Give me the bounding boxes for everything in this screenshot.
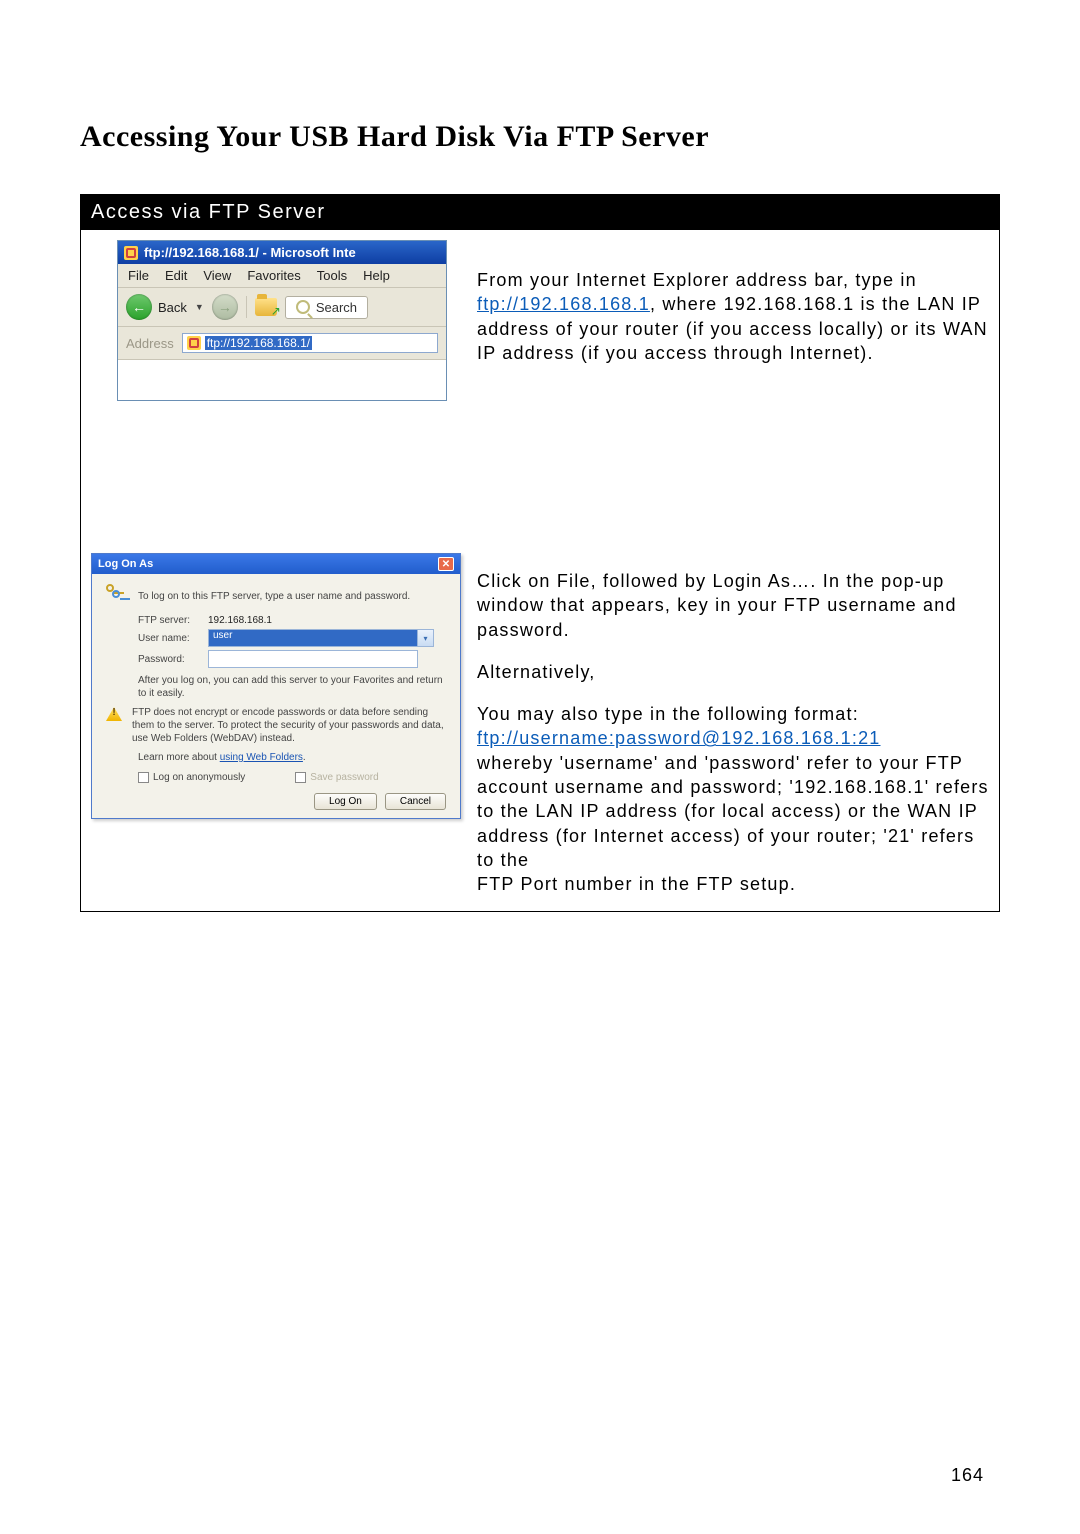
menu-help[interactable]: Help [363, 268, 390, 283]
address-input[interactable]: ftp://192.168.168.1/ [182, 333, 438, 353]
logon-button[interactable]: Log On [314, 793, 377, 810]
back-label[interactable]: Back [158, 300, 187, 315]
section-title: Access via FTP Server [81, 195, 999, 230]
logon-intro: To log on to this FTP server, type a use… [138, 590, 410, 603]
keys-icon [106, 584, 128, 606]
password-input[interactable] [208, 650, 418, 668]
ie-title-bar: ftp://192.168.168.1/ - Microsoft Inte [118, 241, 446, 264]
save-label: Save password [310, 772, 378, 783]
close-icon[interactable]: ✕ [438, 557, 454, 571]
address-favicon-icon [187, 336, 201, 350]
ie-address-bar: Address ftp://192.168.168.1/ [118, 327, 446, 360]
instr2-p3-post-b: FTP Port number in the FTP setup. [477, 874, 796, 894]
instr1-pre: From your Internet Explorer address bar,… [477, 270, 917, 290]
back-button-icon[interactable]: ← [126, 294, 152, 320]
page-number: 164 [951, 1465, 984, 1486]
page-heading: Accessing Your USB Hard Disk Via FTP Ser… [80, 120, 1000, 154]
forward-button-icon[interactable]: → [212, 294, 238, 320]
instr2-p3-link[interactable]: ftp://username:password@192.168.168.1:21 [477, 728, 881, 748]
web-folders-link[interactable]: using Web Folders [220, 752, 303, 763]
search-button[interactable]: Search [285, 296, 368, 319]
menu-tools[interactable]: Tools [317, 268, 347, 283]
ie-toolbar: ← Back ▼ → ↗ Search [118, 288, 446, 327]
main-box: Access via FTP Server ftp://192.168.168.… [80, 194, 1000, 912]
instr2-p1: Click on File, followed by Login As…. In… [477, 569, 995, 642]
menu-favorites[interactable]: Favorites [247, 268, 300, 283]
ie-content-area [118, 360, 446, 400]
username-label: User name: [138, 633, 196, 644]
after-logon-text: After you log on, you can add this serve… [138, 674, 446, 700]
dialog-title-bar: Log On As ✕ [92, 554, 460, 574]
warning-text: FTP does not encrypt or encode passwords… [132, 706, 446, 745]
instr1-link[interactable]: ftp://192.168.168.1 [477, 294, 650, 314]
instr2-p3-pre: You may also type in the following forma… [477, 704, 859, 724]
instr2-p3: You may also type in the following forma… [477, 702, 995, 896]
up-folder-icon[interactable]: ↗ [255, 298, 277, 316]
ie-title-text: ftp://192.168.168.1/ - Microsoft Inte [144, 245, 356, 260]
address-label: Address [126, 336, 174, 351]
address-value: ftp://192.168.168.1/ [205, 336, 312, 350]
username-dropdown-icon[interactable]: ▾ [418, 629, 434, 647]
instruction-step-1: From your Internet Explorer address bar,… [471, 230, 999, 415]
save-checkbox-wrap[interactable]: Save password [295, 772, 378, 783]
logon-dialog: Log On As ✕ To log on to this FTP server… [91, 553, 461, 819]
ftp-server-value: 192.168.168.1 [208, 615, 272, 626]
learn-prefix: Learn more about [138, 752, 220, 763]
ftp-server-label: FTP server: [138, 615, 196, 626]
search-icon [296, 300, 310, 314]
back-dropdown-icon[interactable]: ▼ [195, 302, 204, 312]
toolbar-separator [246, 296, 247, 318]
save-checkbox[interactable] [295, 772, 306, 783]
username-input[interactable]: user [208, 629, 418, 647]
anon-checkbox[interactable] [138, 772, 149, 783]
instr2-p2: Alternatively, [477, 660, 995, 684]
cancel-button[interactable]: Cancel [385, 793, 446, 810]
warning-icon [106, 707, 122, 721]
ie-logo-icon [124, 246, 138, 260]
learn-more-line: Learn more about using Web Folders. [138, 751, 446, 764]
anon-label: Log on anonymously [153, 772, 245, 783]
search-label: Search [316, 300, 357, 315]
instr2-p3-post-a: whereby 'username' and 'password' refer … [477, 753, 989, 870]
instruction-step-2: Click on File, followed by Login As…. In… [471, 545, 999, 911]
menu-file[interactable]: File [128, 268, 149, 283]
menu-edit[interactable]: Edit [165, 268, 187, 283]
ie-menu-bar[interactable]: File Edit View Favorites Tools Help [118, 264, 446, 288]
menu-view[interactable]: View [203, 268, 231, 283]
anon-checkbox-wrap[interactable]: Log on anonymously [138, 772, 245, 783]
dialog-title-text: Log On As [98, 558, 153, 570]
password-label: Password: [138, 654, 196, 665]
ie-window-mock: ftp://192.168.168.1/ - Microsoft Inte Fi… [117, 240, 447, 401]
